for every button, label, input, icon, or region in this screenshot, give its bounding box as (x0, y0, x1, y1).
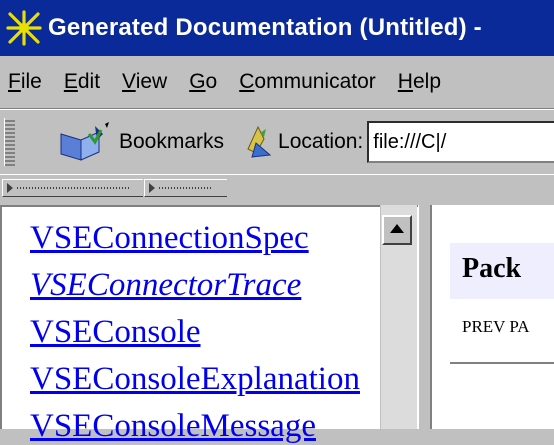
class-link[interactable]: VSEConsoleMessage (30, 408, 316, 445)
menu-communicator-rest: ommunicator (254, 70, 376, 93)
class-link[interactable]: VSEConsole (30, 314, 201, 351)
collapsed-toolbar-tab[interactable] (144, 179, 227, 197)
location-icon[interactable] (244, 125, 272, 159)
class-link[interactable]: VSEConnectorTrace (30, 267, 301, 304)
package-heading: Pack (462, 253, 522, 284)
collapsed-toolbar-tab[interactable] (2, 179, 143, 197)
menu-help-rest: elp (412, 70, 441, 93)
menu-file-rest: ile (20, 70, 42, 93)
bookmarks-icon[interactable] (55, 120, 113, 164)
menu-view-rest: iew (135, 70, 168, 93)
menu-view[interactable]: View (122, 70, 167, 94)
menu-help-mnemonic: H (397, 70, 413, 93)
menu-go-mnemonic: G (189, 70, 206, 93)
menu-go-rest: o (205, 70, 218, 93)
window-title: Generated Documentation (Untitled) - (48, 14, 482, 41)
menu-edit[interactable]: Edit (64, 70, 100, 94)
menu-go[interactable]: Go (189, 70, 217, 94)
prev-package-link[interactable]: PREV PA (462, 317, 530, 337)
frame-divider[interactable] (418, 205, 432, 429)
menu-view-mnemonic: V (122, 70, 136, 93)
location-label: Location: (278, 130, 364, 153)
menu-file[interactable]: File (8, 70, 42, 94)
location-input[interactable]: file:///C|/ (367, 121, 554, 163)
app-icon (6, 10, 42, 46)
class-link[interactable]: VSEConsoleExplanation (30, 361, 360, 398)
menu-file-mnemonic: F (8, 70, 21, 93)
title-bar[interactable]: Generated Documentation (Untitled) - (0, 0, 554, 56)
toolbar-tab-strip (0, 174, 554, 206)
menu-communicator[interactable]: Communicator (239, 70, 376, 94)
class-link[interactable]: VSEConnectionSpec (30, 220, 309, 257)
location-toolbar: Bookmarks Location: file:///C|/ (0, 109, 554, 175)
menu-edit-rest: dit (77, 70, 101, 93)
expand-arrow-icon (7, 183, 13, 193)
bookmarks-label[interactable]: Bookmarks (119, 130, 224, 154)
tab-grip (17, 187, 129, 189)
package-frame: Pack PREV PA (432, 205, 554, 429)
menu-bar: File Edit View Go Communicator Help (0, 56, 554, 109)
expand-arrow-icon (149, 183, 155, 193)
menu-communicator-mnemonic: C (239, 70, 255, 93)
horizontal-rule (450, 362, 554, 365)
tab-grip (159, 187, 213, 189)
scroll-up-button[interactable] (382, 215, 412, 245)
toolbar-grip[interactable] (4, 118, 15, 166)
menu-help[interactable]: Help (398, 70, 441, 94)
arrow-up-icon (390, 224, 404, 233)
menu-edit-mnemonic: E (63, 70, 78, 93)
